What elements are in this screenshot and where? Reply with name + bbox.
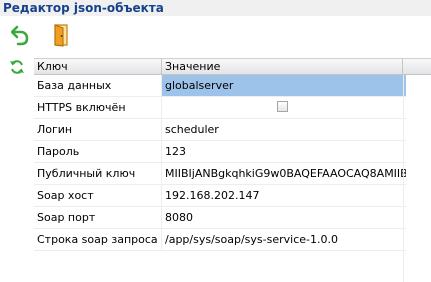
table-row[interactable]: База данных globalserver — [34, 75, 406, 97]
undo-button[interactable] — [9, 22, 33, 48]
exit-door-icon — [54, 24, 68, 47]
table-row[interactable]: Публичный ключ MIIBIjANBgkqhkiG9w0BAQEFA… — [34, 163, 406, 185]
refresh-icon — [10, 60, 24, 74]
row-key: Soap порт — [34, 207, 162, 228]
table-row[interactable]: Пароль 123 — [34, 141, 406, 163]
properties-grid: Ключ Значение База данных globalserver H… — [34, 58, 431, 282]
row-key: HTTPS включён — [34, 97, 162, 118]
left-panel — [0, 53, 34, 282]
refresh-button[interactable] — [8, 58, 26, 76]
row-key: База данных — [34, 75, 162, 96]
row-value[interactable]: 192.168.202.147 — [162, 185, 406, 206]
row-key: Логин — [34, 119, 162, 140]
row-value[interactable]: /app/sys/soap/sys-service-1.0.0 — [162, 229, 406, 250]
column-header-spacer — [403, 59, 431, 75]
table-row[interactable]: Строка soap запроса /app/sys/soap/sys-se… — [34, 229, 406, 251]
row-value[interactable]: MIIBIjANBgkqhkiG9w0BAQEFAAOCAQ8AMIIBCgK — [162, 163, 406, 184]
undo-arrow-icon — [11, 25, 29, 46]
row-key: Soap хост — [34, 185, 162, 206]
row-key: Публичный ключ — [34, 163, 162, 184]
table-row[interactable]: Soap порт 8080 — [34, 207, 406, 229]
exit-button[interactable] — [49, 22, 73, 48]
column-divider — [403, 75, 404, 282]
window-titlebar: Редактор json-объекта — [0, 0, 431, 16]
https-checkbox[interactable] — [277, 101, 288, 112]
row-value[interactable]: 123 — [162, 141, 406, 162]
table-row[interactable]: Soap хост 192.168.202.147 — [34, 185, 406, 207]
row-value[interactable]: 8080 — [162, 207, 406, 228]
column-header-value[interactable]: Значение — [162, 59, 403, 75]
row-key: Пароль — [34, 141, 162, 162]
window-title: Редактор json-объекта — [3, 1, 164, 15]
row-value[interactable]: globalserver — [162, 75, 406, 96]
row-value[interactable]: scheduler — [162, 119, 406, 140]
grid-header: Ключ Значение — [34, 58, 431, 75]
table-row[interactable]: HTTPS включён — [34, 97, 406, 119]
table-row[interactable]: Логин scheduler — [34, 119, 406, 141]
row-key: Строка soap запроса — [34, 229, 162, 250]
toolbar — [0, 16, 431, 53]
column-header-key[interactable]: Ключ — [34, 59, 162, 75]
row-value-checkbox-cell[interactable] — [162, 97, 406, 118]
